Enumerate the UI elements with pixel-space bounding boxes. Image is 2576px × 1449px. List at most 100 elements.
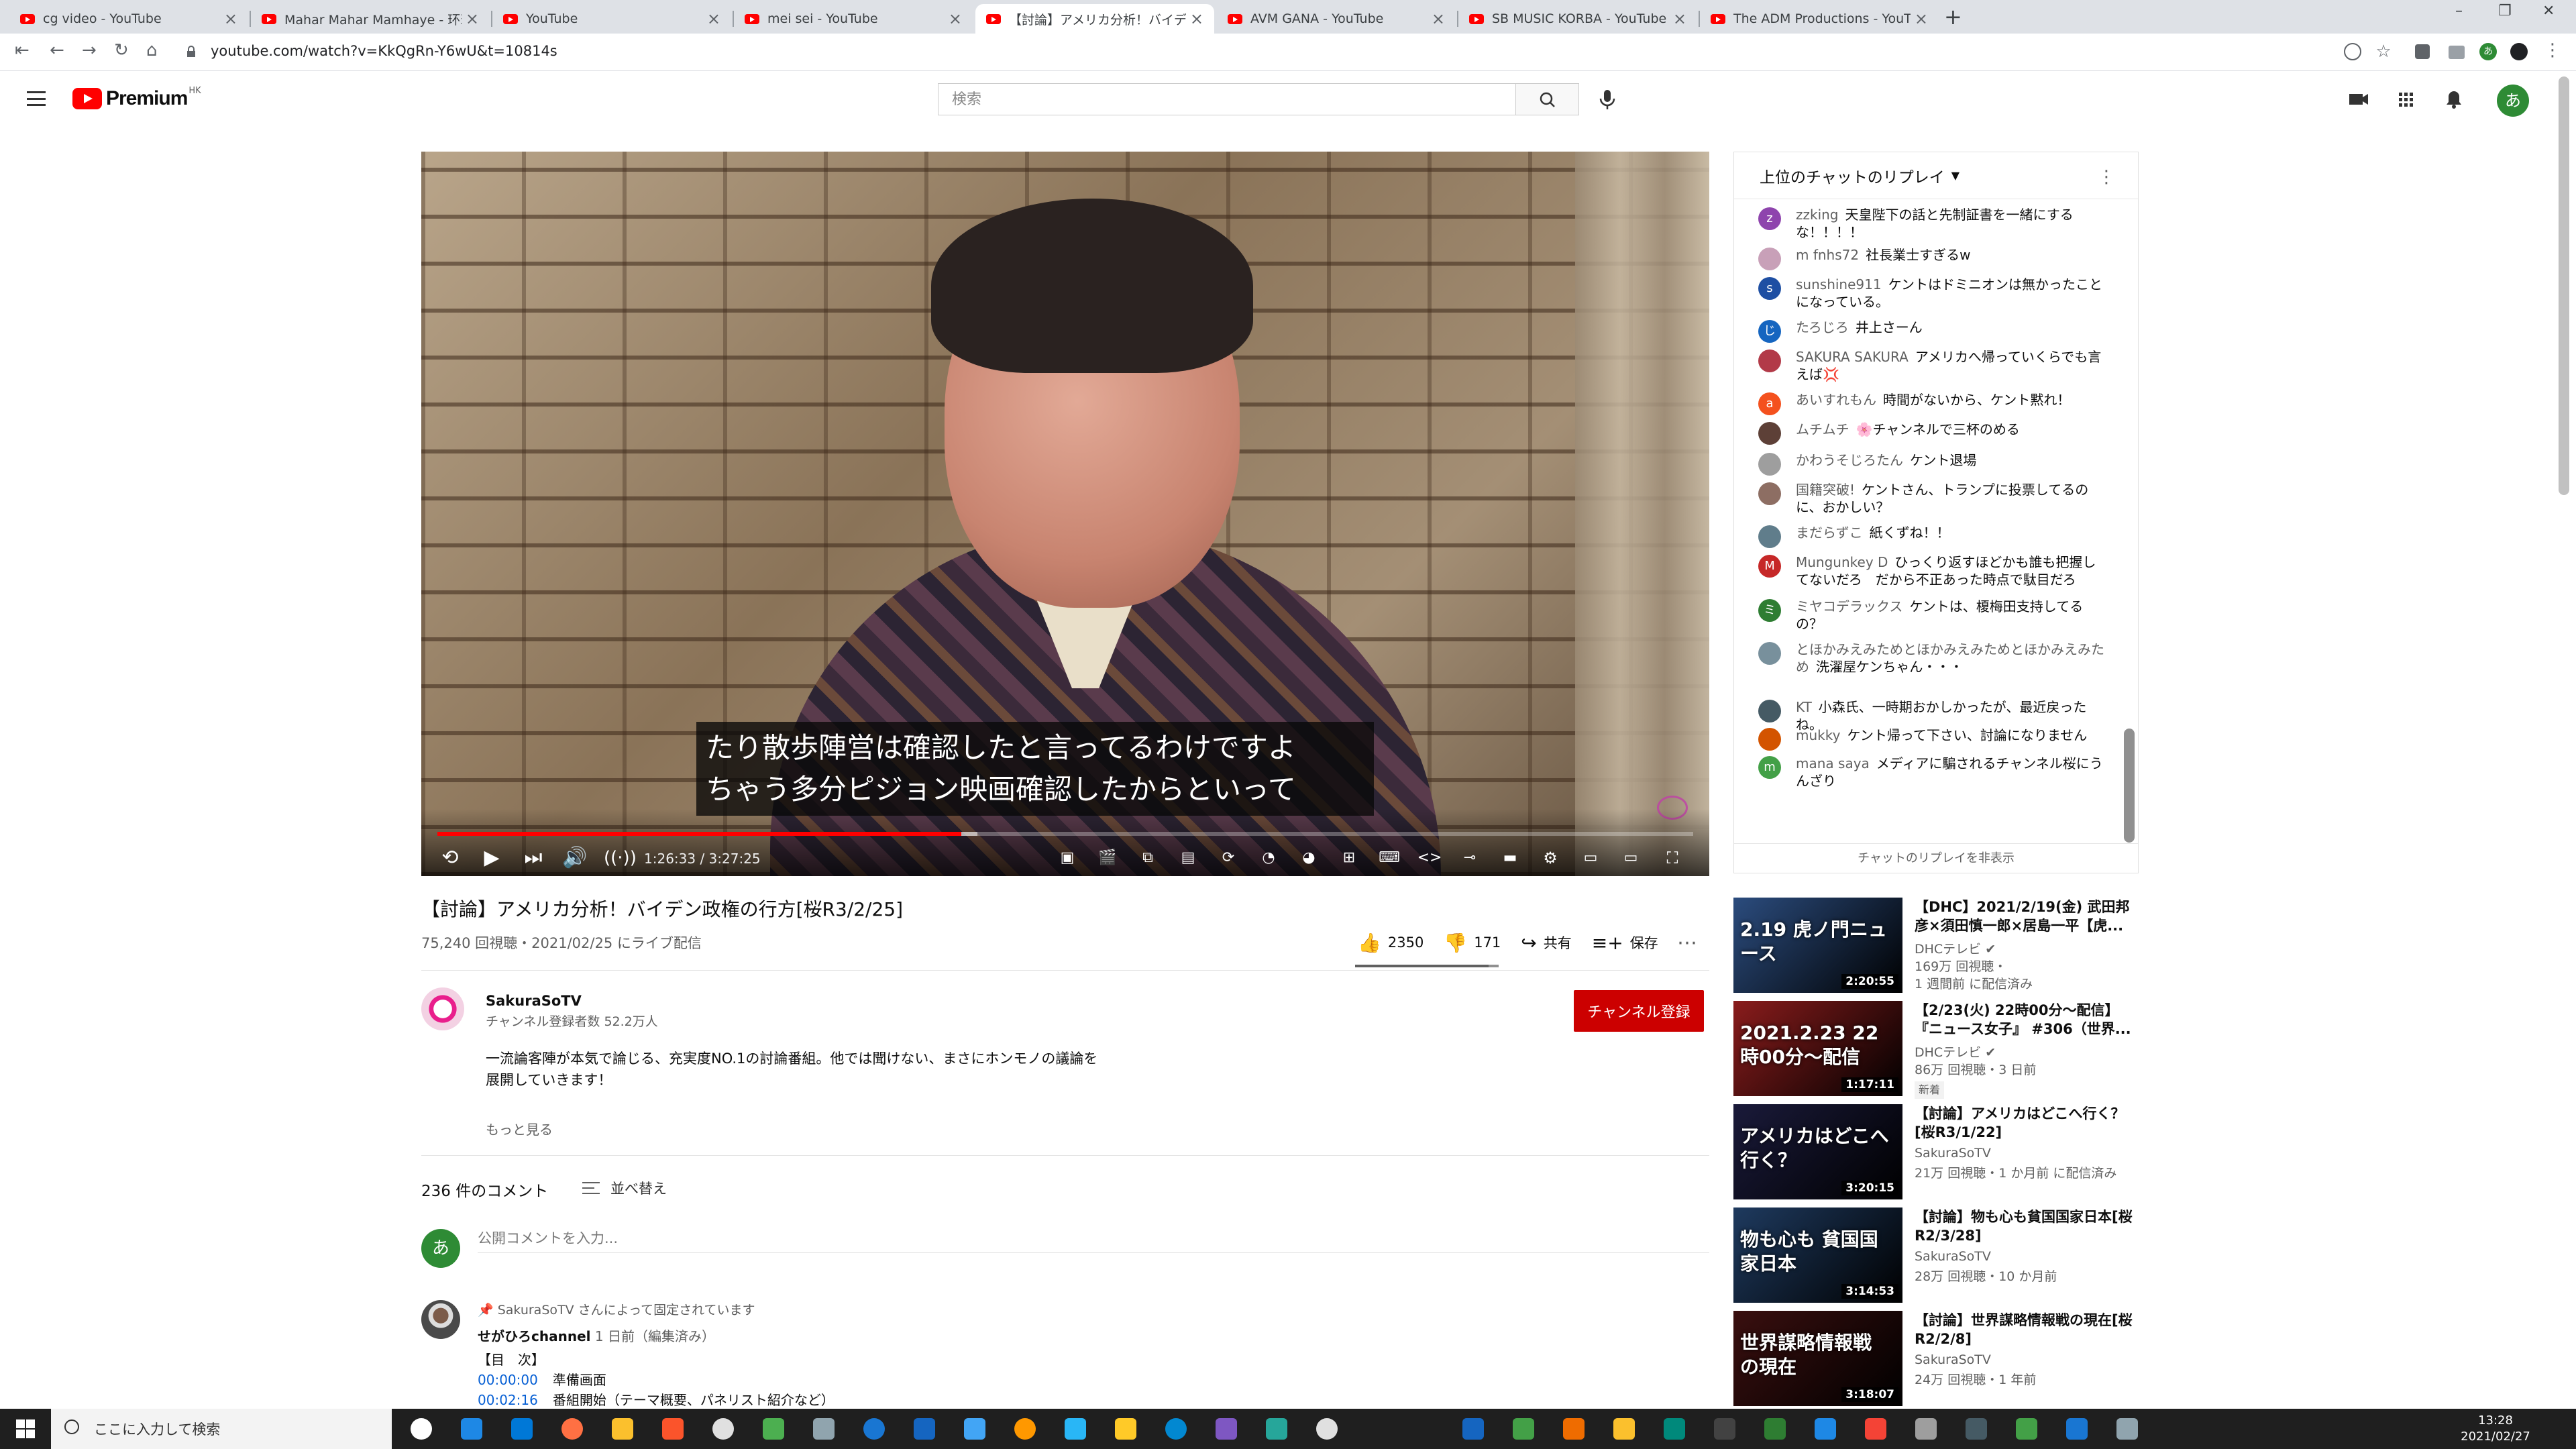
miniplayer-icon[interactable]: ▭ [1578, 845, 1603, 871]
back-icon[interactable]: ← [50, 40, 64, 60]
user-avatar[interactable]: あ [2497, 85, 2529, 117]
video-thumbnail[interactable]: 2.19 虎ノ門ニュース 2:20:55 [1733, 898, 1902, 993]
browser-tab[interactable]: mei sei - YouTube × [734, 4, 973, 34]
microphone-icon[interactable] [1595, 87, 1619, 111]
chat-author-name[interactable]: あいすれもん [1796, 392, 1876, 408]
create-video-icon[interactable] [2345, 86, 2372, 113]
recommended-channel[interactable]: SakuraSoTV [1915, 1352, 1991, 1367]
browser-tab[interactable]: Mahar Mahar Mamhaye - 环球 ...× [251, 4, 490, 34]
close-tab-icon[interactable]: × [1915, 9, 1928, 28]
chat-author-avatar[interactable] [1758, 350, 1781, 372]
taskbar-app-icon[interactable] [863, 1418, 885, 1440]
chat-author-name[interactable]: かわうそじろたん [1796, 452, 1903, 468]
bookmark-star-icon[interactable]: ☆ [2375, 43, 2392, 60]
video-thumbnail[interactable]: 物も心も 貧国国家日本 3:14:53 [1733, 1208, 1902, 1303]
taskbar-app-icon[interactable] [1462, 1418, 1484, 1440]
close-tab-icon[interactable]: × [466, 9, 479, 28]
chat-author-avatar[interactable]: ミ [1758, 599, 1781, 622]
chat-author-avatar[interactable]: a [1758, 392, 1781, 415]
screenshot-icon[interactable]: ⊞ [1336, 845, 1362, 871]
extension-icon[interactable] [2510, 43, 2528, 60]
recommended-title[interactable]: 【討論】世界謀略情報戦の現在[桜R2/2/8] [1915, 1311, 2136, 1348]
chat-author-avatar[interactable] [1758, 700, 1781, 722]
taskbar-app-icon[interactable] [2016, 1418, 2037, 1440]
chat-author-name[interactable]: 国籍突破! [1796, 482, 1855, 498]
taskbar-app-icon[interactable] [1915, 1418, 1937, 1440]
browser-tab[interactable]: YouTube × [492, 4, 731, 34]
recommended-channel[interactable]: DHCテレビ ✔ [1915, 1042, 1996, 1061]
recommended-title[interactable]: 【DHC】2021/2/19(金) 武田邦彦×須田慎一郎×居島一平【虎... [1915, 898, 2136, 935]
speed-plus-icon[interactable]: ◕ [1296, 845, 1322, 871]
extension-icon[interactable] [2344, 43, 2361, 60]
taskbar-app-icon[interactable] [1014, 1418, 1036, 1440]
like-button[interactable]: 👍 2350 [1358, 932, 1424, 954]
picture-in-picture-icon[interactable]: ⧉ [1135, 845, 1161, 871]
browser-tab[interactable]: SB MUSIC KORBA - YouTube × [1458, 4, 1697, 34]
browser-tab[interactable]: AVM GANA - YouTube × [1217, 4, 1456, 34]
sort-comments-button[interactable]: 並べ替え [582, 1178, 667, 1198]
puzzle-extension-icon[interactable] [2415, 44, 2430, 59]
miniplayer-ext-icon[interactable]: ▣ [1055, 845, 1080, 871]
save-button[interactable]: ≡+ 保存 [1592, 932, 1658, 954]
close-tab-icon[interactable]: × [224, 9, 237, 28]
video-player[interactable]: たり散歩陣営は確認したと言ってるわけですよ ちゃう多分ピジョン映画確認したからと… [421, 152, 1709, 876]
close-tab-icon[interactable]: × [1432, 9, 1445, 28]
chat-author-avatar[interactable] [1758, 248, 1781, 270]
recommended-video[interactable]: 物も心も 貧国国家日本 3:14:53 【討論】物も心も貧国国家日本[桜R2/3/2… [1733, 1208, 2149, 1304]
chat-header[interactable]: 上位のチャットのリプレイ ▼ ⋮ [1734, 152, 2138, 199]
taskbar-app-icon[interactable] [612, 1418, 633, 1440]
taskbar-app-icon[interactable] [763, 1418, 784, 1440]
page-scrollbar[interactable] [2559, 76, 2569, 495]
keyboard-icon[interactable]: ⌨ [1377, 845, 1402, 871]
show-more-link[interactable]: もっと見る [486, 1119, 553, 1138]
chat-author-avatar[interactable] [1758, 642, 1781, 665]
dislike-button[interactable]: 👎 171 [1444, 932, 1501, 954]
chat-author-avatar[interactable]: z [1758, 207, 1781, 230]
taskbar-app-icon[interactable] [712, 1418, 734, 1440]
taskbar-app-icon[interactable] [2116, 1418, 2138, 1440]
recommended-channel[interactable]: DHCテレビ ✔ [1915, 939, 1996, 957]
comment-author-avatar[interactable] [421, 1300, 460, 1339]
chat-author-avatar[interactable]: M [1758, 555, 1781, 578]
recommended-title[interactable]: 【2/23(火) 22時00分～配信】『ニュース女子』 #306（世界... [1915, 1001, 2136, 1038]
channel-avatar[interactable] [421, 987, 464, 1030]
chat-author-name[interactable]: mukky [1796, 727, 1840, 743]
chat-author-name[interactable]: Mungunkey D [1796, 554, 1888, 570]
system-clock[interactable]: 13:28 2021/02/27 [2455, 1413, 2536, 1445]
taskbar-app-icon[interactable] [411, 1418, 432, 1440]
close-tab-icon[interactable]: × [949, 9, 962, 28]
next-icon[interactable]: ⏭ [521, 845, 546, 871]
chat-author-avatar[interactable] [1758, 525, 1781, 548]
taskbar-app-icon[interactable] [914, 1418, 935, 1440]
sidebar-toggle-icon[interactable]: ⇤ [15, 40, 30, 60]
play-icon[interactable]: ▶ [479, 845, 504, 871]
taskbar-app-icon[interactable] [1513, 1418, 1534, 1440]
theater-mode-icon[interactable]: ▭ [1618, 845, 1644, 871]
taskbar-app-icon[interactable] [662, 1418, 684, 1440]
taskbar-app-icon[interactable] [1714, 1418, 1735, 1440]
hide-chat-button[interactable]: チャットのリプレイを非表示 [1734, 843, 2138, 873]
browser-menu-icon[interactable]: ⋮ [2544, 40, 2561, 60]
recommended-channel[interactable]: SakuraSoTV [1915, 1249, 1991, 1264]
timestamp-link[interactable]: 00:02:16 [478, 1392, 538, 1408]
recommended-video[interactable]: 2021.2.23 22時00分～配信 1:17:11 【2/23(火) 22時00… [1733, 1001, 2149, 1099]
live-chat-icon[interactable]: ((·)) [604, 845, 637, 871]
chat-author-name[interactable]: KT [1796, 699, 1812, 715]
recommended-video[interactable]: アメリカはどこへ行く？ 3:20:15 【討論】アメリカはどこへ行く？[桜R3/1/… [1733, 1104, 2149, 1201]
url-field[interactable]: youtube.com/watch?v=KkQgRn-Y6wU&t=10814s [211, 43, 557, 59]
lock-icon[interactable] [186, 46, 196, 58]
window-close-icon[interactable]: ✕ [2542, 3, 2555, 19]
hamburger-menu-icon[interactable] [27, 91, 46, 106]
taskbar-app-icon[interactable] [1216, 1418, 1237, 1440]
close-tab-icon[interactable]: × [1190, 9, 1203, 28]
chat-author-name[interactable]: sunshine911 [1796, 276, 1882, 292]
search-input[interactable] [938, 83, 1516, 115]
taskbar-app-icon[interactable] [511, 1418, 533, 1440]
chat-author-avatar[interactable]: s [1758, 277, 1781, 300]
embed-code-icon[interactable]: <> [1417, 845, 1442, 871]
forward-icon[interactable]: → [82, 40, 97, 60]
share-button[interactable]: ↪ 共有 [1521, 932, 1571, 954]
video-thumbnail[interactable]: 世界謀略情報戦 の現在 3:18:07 [1733, 1311, 1902, 1406]
taskbar-app-icon[interactable] [1316, 1418, 1338, 1440]
taskbar-app-icon[interactable] [1563, 1418, 1585, 1440]
